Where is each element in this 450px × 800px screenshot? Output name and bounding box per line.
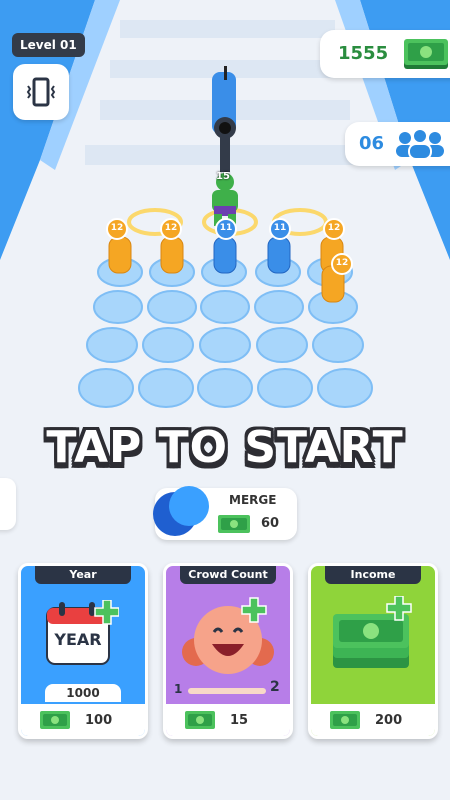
people-icon [396, 128, 444, 160]
upgrade-card-year[interactable]: Year YEAR 1000 100 [18, 563, 148, 739]
level-badge: Level 01 [12, 33, 85, 57]
crowd-count-display: 06 [345, 122, 450, 166]
card-title: Year [35, 566, 131, 584]
card-footer: 15 [166, 704, 290, 736]
calendar-icon: YEAR [45, 600, 119, 666]
vibration-icon [26, 77, 56, 107]
blue-number-1: 11 [219, 223, 233, 233]
boss-number: 15 [216, 171, 230, 182]
cash-icon [218, 515, 250, 533]
upgrade-card-crowd-count[interactable]: Crowd Count 1 2 15 [163, 563, 293, 739]
crowd-count-value: 06 [359, 133, 385, 154]
crowd-range-bar [188, 688, 266, 694]
year-value: 1000 [66, 686, 100, 700]
card-title: Income [325, 566, 421, 584]
cash-icon [40, 711, 70, 729]
cash-icon [404, 39, 448, 69]
laughing-face-icon [182, 597, 274, 674]
crowd-range-min: 1 [174, 682, 183, 696]
merge-button[interactable]: MERGE 60 [153, 486, 297, 540]
merge-label: MERGE [229, 493, 277, 507]
cash-icon [185, 711, 215, 729]
money-value: 1555 [338, 43, 389, 64]
yellow-number-1: 12 [110, 223, 124, 233]
yellow-number-4: 12 [335, 258, 349, 268]
vibration-toggle-button[interactable] [13, 64, 69, 120]
year-value-pill: 1000 [45, 684, 121, 702]
upgrade-cost: 100 [85, 713, 113, 728]
upgrade-cost: 200 [375, 713, 403, 728]
cash-icon [330, 711, 360, 729]
money-display: 1555 [320, 30, 450, 78]
cash-stack-icon [333, 596, 412, 668]
side-panel-tab[interactable] [0, 478, 16, 530]
merge-cost: 60 [261, 516, 280, 531]
calendar-year-text: YEAR [54, 630, 102, 649]
tap-to-start-text[interactable]: TAP TO START [0, 422, 450, 473]
card-footer: 200 [311, 704, 435, 736]
merge-icon [153, 486, 209, 536]
yellow-number-2: 12 [164, 223, 178, 233]
card-footer: 100 [21, 704, 145, 736]
crowd-range-max: 2 [270, 679, 280, 695]
blue-number-2: 11 [273, 223, 287, 233]
yellow-number-3: 12 [327, 223, 341, 233]
card-title: Crowd Count [180, 566, 276, 584]
upgrade-card-income[interactable]: Income 200 [308, 563, 438, 739]
upgrade-cost: 15 [230, 713, 249, 728]
